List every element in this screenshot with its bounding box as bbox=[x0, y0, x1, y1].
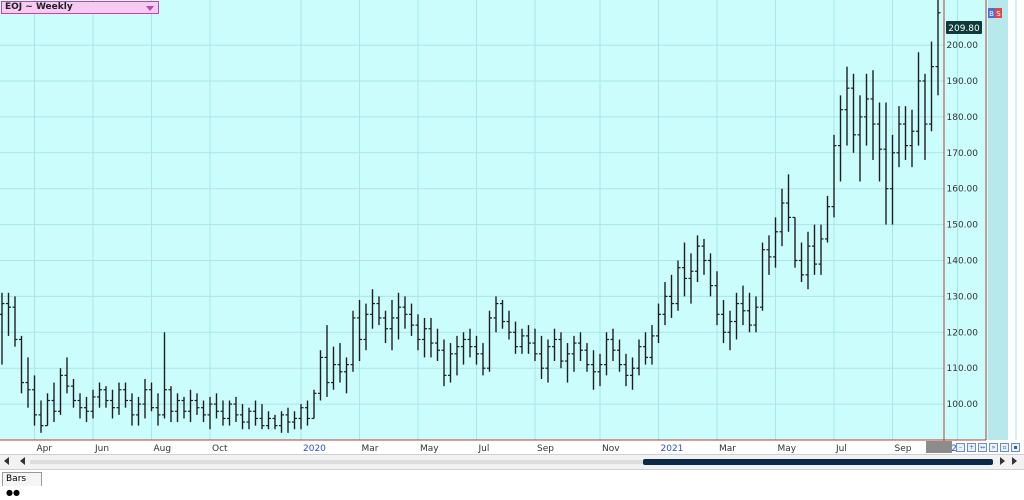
y-tick-label: 180.00 bbox=[947, 113, 979, 123]
y-tick-label: 140.00 bbox=[947, 256, 979, 266]
status-bar: Bars ●● bbox=[0, 469, 1024, 497]
link-icon: ●● bbox=[6, 488, 20, 497]
scroll-start-icon[interactable] bbox=[20, 457, 25, 465]
x-tick-label: Jul bbox=[835, 444, 847, 454]
x-tick-label: Sep bbox=[895, 444, 912, 454]
x-tick-label: Jul bbox=[478, 444, 490, 454]
zoom-out-button[interactable]: – bbox=[956, 443, 965, 452]
time-axis: Apr Jun Aug Oct 2020 Mar May Jul Sep Nov 2021 Mar Ma… bbox=[37, 444, 957, 454]
x-tick-label: May bbox=[778, 444, 797, 454]
horizontal-scrollbar[interactable] bbox=[0, 454, 1024, 469]
symbol-label: EOJ ~ Weekly bbox=[5, 2, 73, 12]
y-tick-label: 130.00 bbox=[947, 292, 979, 302]
y-tick-label: 190.00 bbox=[947, 77, 979, 87]
trade-badges[interactable]: B S bbox=[988, 8, 1002, 18]
current-period-label-bg bbox=[926, 441, 952, 453]
x-tick-label: May bbox=[420, 444, 439, 454]
x-tick-label: Oct bbox=[212, 444, 228, 454]
zoom-in-button[interactable]: + bbox=[967, 443, 976, 452]
x-tick-label: Aug bbox=[154, 444, 172, 454]
y-tick-label: 120.00 bbox=[947, 328, 979, 338]
y-tick-label: 100.00 bbox=[947, 400, 979, 410]
scroll-end-button[interactable]: » bbox=[989, 443, 998, 452]
y-tick-label: 150.00 bbox=[947, 221, 979, 231]
last-price-marker: 209.80 bbox=[946, 21, 982, 34]
y-tick-label: 110.00 bbox=[947, 364, 979, 374]
x-tick-label: Mar bbox=[362, 444, 379, 454]
scroll-thumb[interactable] bbox=[643, 459, 993, 465]
x-tick-label: Sep bbox=[537, 444, 554, 454]
scroll-left-icon[interactable] bbox=[4, 457, 9, 465]
layout-button[interactable]: ▫ bbox=[1000, 443, 1009, 452]
chevron-down-icon[interactable] bbox=[146, 6, 154, 11]
price-chart[interactable]: 100.00 110.00 120.00 130.00 140.00 150.00 160.… bbox=[0, 0, 1024, 487]
x-tick-label: Mar bbox=[719, 444, 736, 454]
scroll-end-icon[interactable] bbox=[1012, 457, 1017, 465]
buy-badge-label: B bbox=[989, 10, 994, 18]
bars-tab-label: Bars bbox=[6, 474, 27, 484]
x-tick-label: Nov bbox=[602, 444, 620, 454]
x-tick-label: Apr bbox=[37, 444, 53, 454]
plot-area bbox=[0, 0, 944, 440]
fit-button[interactable]: ↔ bbox=[978, 443, 987, 452]
x-tick-label: 2020 bbox=[303, 444, 326, 454]
scroll-right-icon[interactable] bbox=[1000, 457, 1005, 465]
bars-tab[interactable]: Bars ●● bbox=[2, 472, 42, 497]
last-price-label: 209.80 bbox=[948, 24, 980, 34]
future-zone bbox=[988, 0, 1008, 440]
y-tick-label: 200.00 bbox=[947, 41, 979, 51]
y-tick-label: 160.00 bbox=[947, 185, 979, 195]
sell-badge-label: S bbox=[996, 10, 1001, 18]
symbol-selector[interactable]: EOJ ~ Weekly bbox=[1, 1, 159, 14]
y-tick-label: 170.00 bbox=[947, 149, 979, 159]
settings-button[interactable]: ▪ bbox=[1011, 443, 1020, 452]
x-tick-label: 2021 bbox=[661, 444, 684, 454]
x-tick-label: Jun bbox=[94, 444, 109, 454]
